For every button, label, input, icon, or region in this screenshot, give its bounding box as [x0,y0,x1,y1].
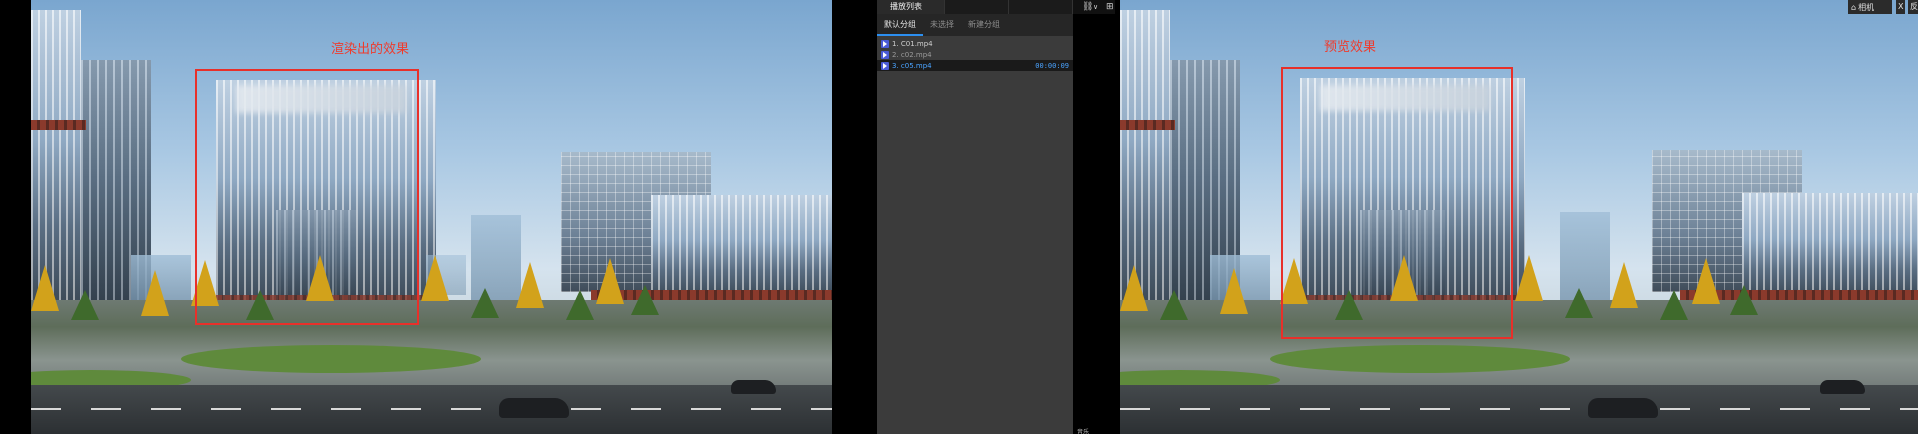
camera-button-label: 相机 [1858,2,1875,12]
camera-icon: ⌂ [1851,2,1857,12]
playlist-group-tabs: 默认分组 未选择 新建分组 [877,14,1073,36]
preview-viewport: 预览效果 [1120,0,1918,434]
playlist-item-duration: 00:00:09 [1035,61,1069,70]
playlist-item[interactable]: 2. c02.mp4 [877,49,1073,60]
video-file-icon [881,50,889,59]
link-icon[interactable]: ⛓ [1082,1,1093,13]
video-file-icon [881,61,889,70]
tab-unselected[interactable]: 未选择 [923,14,961,36]
header-tab-empty[interactable] [945,0,1009,14]
close-button[interactable]: X [1896,0,1906,14]
tab-playlist[interactable]: 播放列表 [877,0,945,14]
playlist-item-name: 3. c05.mp4 [892,61,932,70]
edge-button[interactable]: 反 [1908,0,1918,14]
render-viewport: 渲染出的效果 [31,0,832,434]
header-tab-empty-2[interactable] [1009,0,1073,14]
playlist-item-name: 2. c02.mp4 [892,50,932,59]
render-highlight-box [195,69,419,325]
playlist-header: 播放列表 [877,0,1073,14]
playlist-items: 1. C01.mp4 2. c02.mp4 3. c05.mp4 00:00:0… [877,38,1073,71]
tab-default-group[interactable]: 默认分组 [877,14,923,36]
playlist-item-name: 1. C01.mp4 [892,39,933,48]
playlist-panel: 播放列表 默认分组 未选择 新建分组 1. C01.mp4 2. c02.mp4… [877,0,1073,434]
render-image: 渲染出的效果 [31,0,832,434]
link-toolbar: ⛓ ∨ ⊞ [1073,0,1115,14]
footer-label: 音乐 [1077,429,1090,434]
playlist-item-selected[interactable]: 3. c05.mp4 00:00:09 [877,60,1073,71]
preview-image: 预览效果 [1120,0,1918,434]
playlist-item[interactable]: 1. C01.mp4 [877,38,1073,49]
video-file-icon [881,39,889,48]
preview-annotation: 预览效果 [1324,40,1377,55]
render-annotation: 渲染出的效果 [331,42,410,57]
camera-button[interactable]: ⌂ 相机 [1848,0,1892,14]
grid-icon[interactable]: ⊞ [1106,1,1114,13]
preview-highlight-box [1281,67,1513,339]
chevron-down-icon[interactable]: ∨ [1093,1,1098,13]
tab-new-group[interactable]: 新建分组 [961,14,1007,36]
